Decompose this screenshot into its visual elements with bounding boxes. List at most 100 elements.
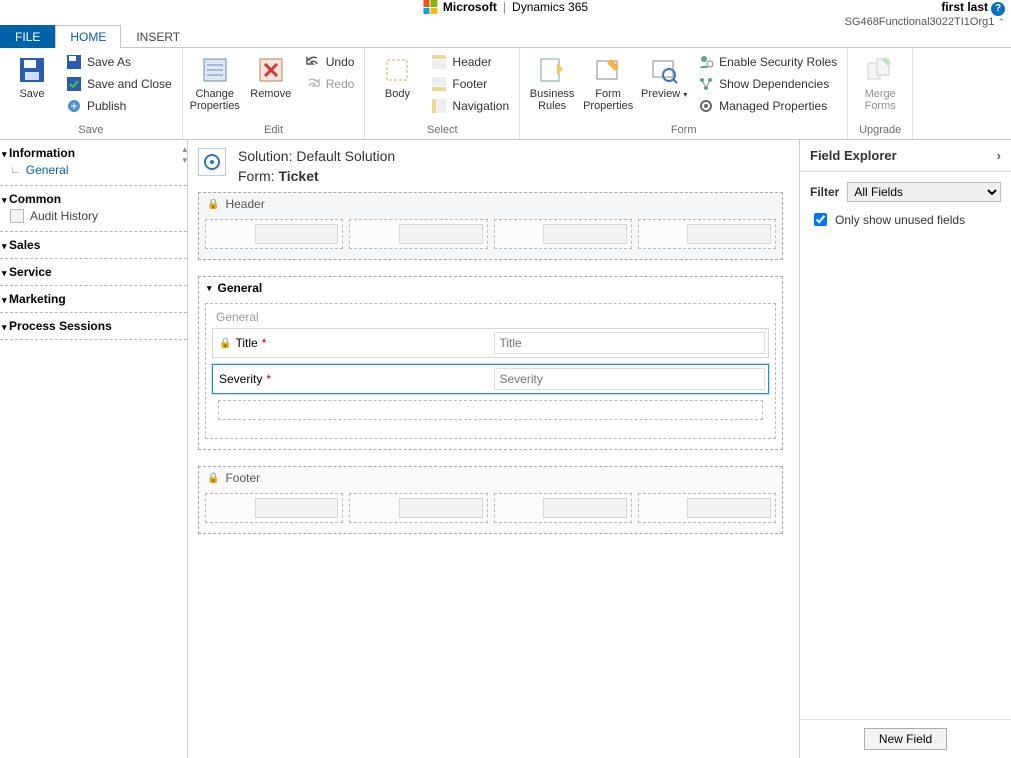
nav-section-sales: Sales: [0, 232, 187, 259]
ribbon-group-label-edit: Edit: [183, 122, 365, 139]
tab-insert[interactable]: INSERT: [121, 25, 195, 48]
form-tab-general[interactable]: General 🔒Title* Severity*: [205, 303, 776, 439]
section-heading-general[interactable]: General: [199, 277, 782, 299]
redo-button[interactable]: Redo: [301, 74, 359, 94]
field-explorer-header[interactable]: Field Explorer ›: [800, 140, 1011, 172]
nav-heading-information[interactable]: Information: [2, 146, 183, 160]
dependencies-icon: [698, 76, 714, 92]
user-name: first last: [941, 0, 988, 14]
nav-item-general[interactable]: ∟General: [2, 160, 183, 179]
form-properties-icon: [592, 54, 624, 86]
user-org: SG468Functional3022TI1Org1: [845, 16, 995, 28]
unused-fields-checkbox-input[interactable]: [814, 213, 827, 226]
field-row-title[interactable]: 🔒Title*: [212, 328, 769, 358]
nav-heading-service[interactable]: Service: [2, 265, 183, 279]
header-slot[interactable]: [494, 219, 632, 249]
preview-button[interactable]: Preview ▾: [638, 52, 690, 102]
nav-heading-sales[interactable]: Sales: [2, 238, 183, 252]
managed-properties-button[interactable]: Managed Properties: [694, 96, 841, 116]
help-icon[interactable]: ?: [991, 2, 1005, 16]
preview-icon: [648, 54, 680, 86]
publish-icon: [66, 98, 82, 114]
ribbon-group-edit: Change Properties Remove Undo Redo Edit: [183, 48, 366, 139]
nav-section-marketing: Marketing: [0, 286, 187, 313]
unused-fields-checkbox[interactable]: Only show unused fields: [810, 210, 1001, 229]
brand-bar: Microsoft | Dynamics 365 first last? SG4…: [0, 0, 1011, 24]
nav-section-service: Service: [0, 259, 187, 286]
enable-security-roles-button[interactable]: Enable Security Roles: [694, 52, 841, 72]
nav-heading-process-sessions[interactable]: Process Sessions: [2, 319, 183, 333]
required-icon: *: [262, 336, 267, 350]
lock-icon: 🔒: [219, 338, 231, 349]
show-dependencies-button[interactable]: Show Dependencies: [694, 74, 841, 94]
form-entity-icon: [198, 148, 226, 176]
properties-icon: [199, 54, 231, 86]
form-section-footer[interactable]: 🔒Footer: [198, 466, 783, 534]
required-icon: *: [266, 372, 271, 386]
save-close-icon: [66, 76, 82, 92]
left-navigation: ▴▾ Information ∟General Common Audit His…: [0, 140, 188, 758]
remove-button[interactable]: Remove: [245, 52, 297, 102]
ribbon-group-label-form: Form: [520, 122, 847, 139]
empty-drop-area[interactable]: [218, 400, 763, 420]
select-body-button[interactable]: Body: [371, 52, 423, 102]
merge-icon: [864, 54, 896, 86]
filter-label: Filter: [810, 185, 839, 199]
lock-icon: 🔒: [207, 199, 219, 210]
solution-line: Solution: Default Solution: [238, 148, 395, 164]
undo-button[interactable]: Undo: [301, 52, 359, 72]
save-button[interactable]: Save: [6, 52, 58, 102]
change-properties-button[interactable]: Change Properties: [189, 52, 241, 114]
footer-slot[interactable]: [494, 493, 632, 523]
field-input-title[interactable]: [494, 332, 766, 354]
microsoft-logo-icon: [423, 0, 437, 14]
header-slot[interactable]: [638, 219, 776, 249]
save-and-close-button[interactable]: Save and Close: [62, 74, 176, 94]
ribbon-group-label-upgrade: Upgrade: [848, 122, 912, 139]
header-slot[interactable]: [205, 219, 343, 249]
brand-product: Dynamics 365: [512, 0, 588, 14]
ribbon: Save Save As Save and Close Publish Save…: [0, 48, 1011, 140]
ribbon-group-select: Body Header Footer Navigation Select: [365, 48, 520, 139]
tab-home[interactable]: HOME: [55, 25, 121, 48]
tab-label-general: General: [216, 310, 769, 324]
dropdown-caret-icon: ▾: [683, 90, 687, 99]
business-rules-icon: [536, 54, 568, 86]
nav-heading-common[interactable]: Common: [2, 192, 183, 206]
nav-item-audit-history[interactable]: Audit History: [2, 206, 183, 225]
nav-heading-marketing[interactable]: Marketing: [2, 292, 183, 306]
select-header-button[interactable]: Header: [427, 52, 513, 72]
select-navigation-button[interactable]: Navigation: [427, 96, 513, 116]
field-row-severity[interactable]: Severity*: [212, 364, 769, 394]
form-section-general[interactable]: General General 🔒Title* Severity*: [198, 276, 783, 450]
footer-slot[interactable]: [205, 493, 343, 523]
save-icon: [16, 54, 48, 86]
org-caret-icon: ⌃: [997, 17, 1005, 27]
nav-section-process-sessions: Process Sessions: [0, 313, 187, 340]
ribbon-group-save: Save Save As Save and Close Publish Save: [0, 48, 183, 139]
business-rules-button[interactable]: Business Rules: [526, 52, 578, 114]
filter-select[interactable]: All Fields: [847, 182, 1001, 202]
form-line: Form: Ticket: [238, 168, 395, 184]
user-block[interactable]: first last? SG468Functional3022TI1Org1 ⌃: [845, 0, 1005, 29]
select-footer-button[interactable]: Footer: [427, 74, 513, 94]
gear-icon: [698, 98, 714, 114]
form-properties-button[interactable]: Form Properties: [582, 52, 634, 114]
redo-icon: [305, 76, 321, 92]
merge-forms-button[interactable]: Merge Forms: [854, 52, 906, 114]
save-as-button[interactable]: Save As: [62, 52, 176, 72]
form-section-header[interactable]: 🔒Header: [198, 192, 783, 260]
lock-icon: 🔒: [207, 473, 219, 484]
new-field-button[interactable]: New Field: [864, 728, 947, 750]
footer-slot[interactable]: [638, 493, 776, 523]
document-icon: [10, 209, 24, 223]
header-slot[interactable]: [349, 219, 487, 249]
undo-icon: [305, 54, 321, 70]
form-canvas: Solution: Default Solution Form: Ticket …: [188, 140, 799, 758]
tab-file[interactable]: FILE: [0, 25, 55, 48]
field-input-severity[interactable]: [494, 368, 766, 390]
publish-button[interactable]: Publish: [62, 96, 176, 116]
scroll-hint-icon[interactable]: ▴▾: [182, 144, 187, 166]
footer-slot[interactable]: [349, 493, 487, 523]
chevron-right-icon[interactable]: ›: [997, 148, 1001, 163]
